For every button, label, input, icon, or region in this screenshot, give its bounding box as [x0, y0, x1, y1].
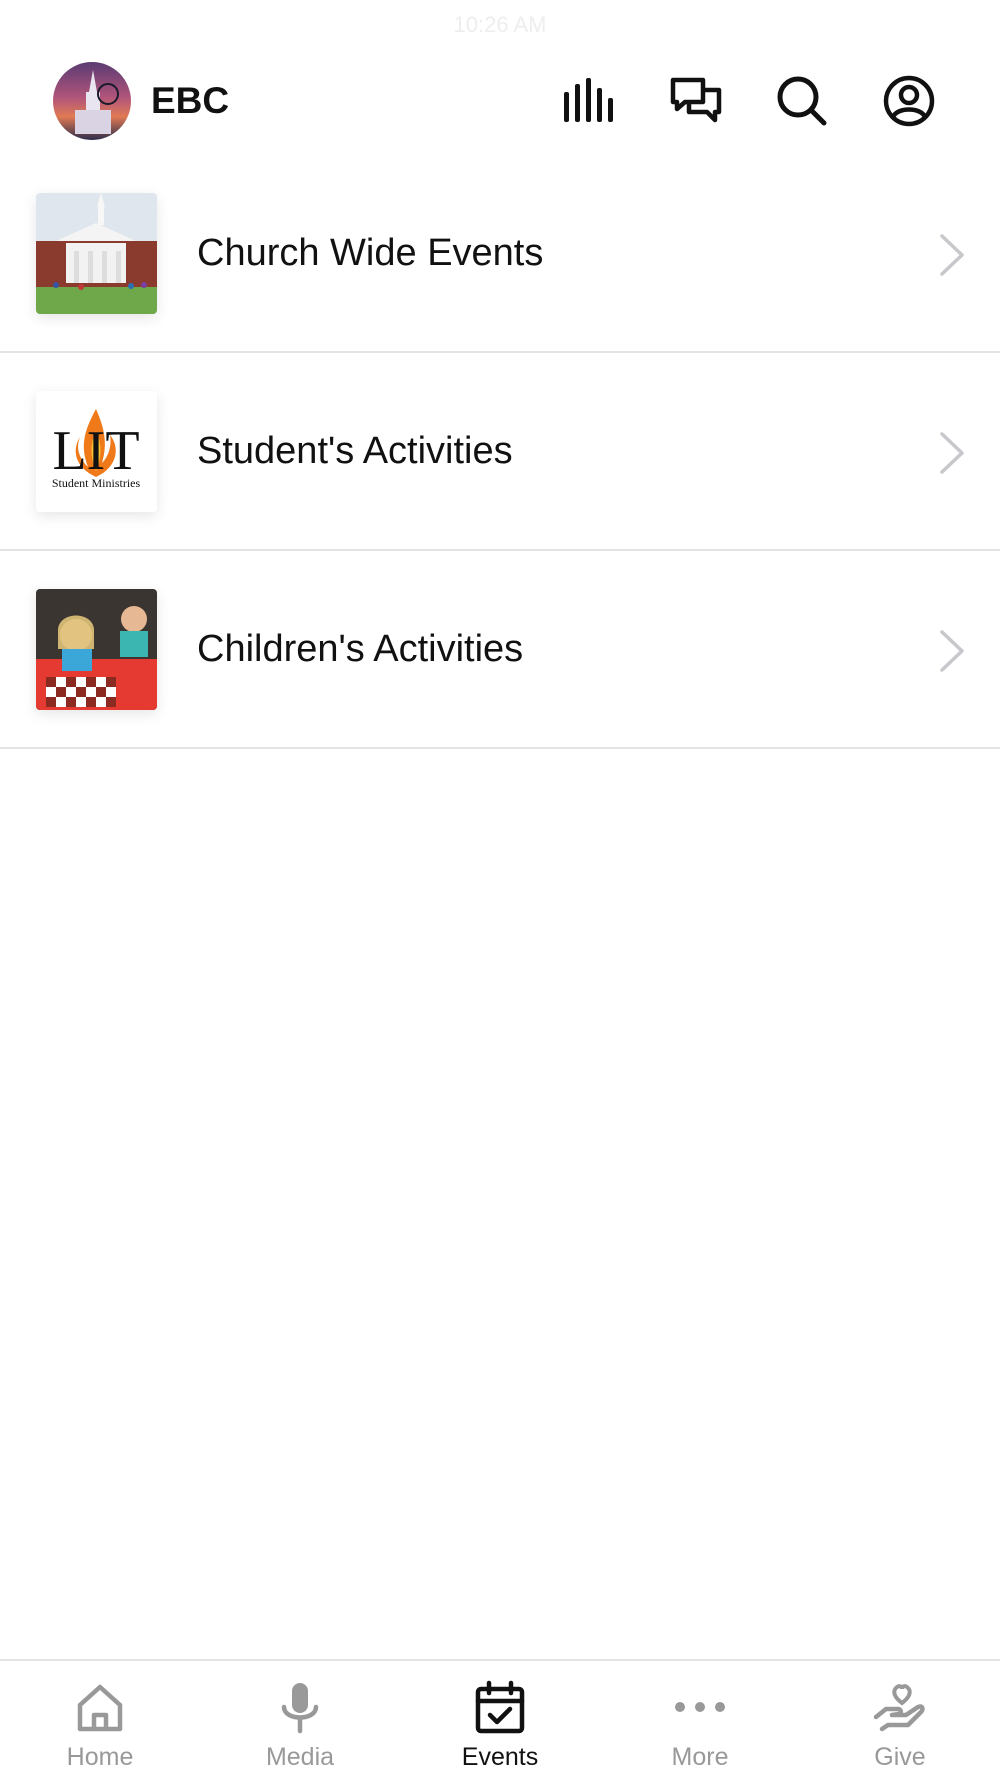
children-checkers-thumbnail [36, 589, 157, 710]
home-icon [77, 1684, 123, 1732]
tab-label: Events [461, 1743, 539, 1771]
chevron-right-icon [940, 630, 964, 672]
status-bar: 10:26 AM [0, 0, 1000, 50]
list-item-students-activities[interactable]: LIT Student Ministries Student's Activit… [0, 353, 1000, 551]
list-item-label: Children's Activities [197, 628, 524, 670]
microphone-icon [281, 1683, 319, 1734]
tab-more[interactable]: More [600, 1661, 800, 1780]
calendar-check-icon [475, 1680, 525, 1734]
chevron-right-icon [940, 234, 964, 276]
equalizer-icon[interactable] [562, 74, 616, 128]
tab-media[interactable]: Media [200, 1661, 400, 1780]
list-item-label: Church Wide Events [197, 232, 544, 274]
tab-events[interactable]: Events [400, 1661, 600, 1780]
events-category-list: Church Wide Events LIT Student Ministrie… [0, 155, 1000, 749]
lit-logo-subtext: Student Ministries [52, 476, 141, 490]
search-icon[interactable] [775, 74, 829, 128]
chevron-right-icon [940, 432, 964, 474]
chat-icon[interactable] [669, 74, 723, 128]
bottom-tab-bar: Home Media Events More Give [0, 1659, 1000, 1778]
lit-logo-text: LIT [52, 420, 139, 482]
church-building-thumbnail [36, 193, 157, 314]
lit-student-ministries-logo-thumbnail: LIT Student Ministries [36, 391, 157, 512]
more-dots-icon [675, 1702, 725, 1712]
tab-label: More [671, 1743, 729, 1771]
list-item-church-wide-events[interactable]: Church Wide Events [0, 155, 1000, 353]
status-time: 10:26 AM [453, 12, 547, 37]
tab-home[interactable]: Home [0, 1661, 200, 1780]
profile-icon[interactable] [882, 74, 936, 128]
list-item-label: Student's Activities [197, 430, 513, 472]
header: EBC [0, 50, 1000, 154]
tab-give[interactable]: Give [800, 1661, 1000, 1780]
church-logo-avatar[interactable] [53, 62, 131, 140]
app-title: EBC [151, 80, 230, 121]
list-item-childrens-activities[interactable]: Children's Activities [0, 551, 1000, 749]
heart-hand-icon [873, 1684, 925, 1732]
tab-label: Media [265, 1743, 335, 1771]
tab-label: Give [874, 1743, 926, 1771]
tab-label: Home [66, 1743, 134, 1771]
